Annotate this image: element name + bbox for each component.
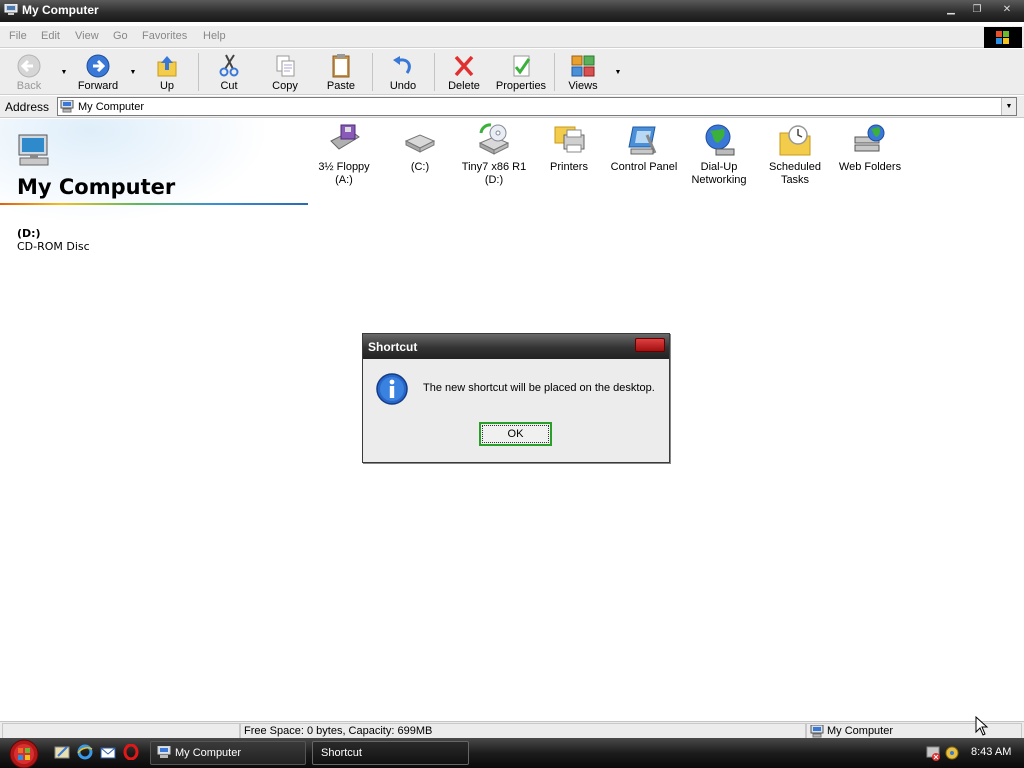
taskbar: My Computer Shortcut 8:43 AM (0, 738, 1024, 768)
folder-up-icon (157, 56, 177, 77)
address-label: Address (5, 100, 50, 114)
item-label: Web Folders (838, 161, 902, 173)
item-label: Printers (550, 161, 588, 173)
menu-edit[interactable]: Edit (41, 30, 60, 42)
floppy-icon (330, 124, 360, 150)
views-dropdown-chevron-icon[interactable]: ▼ (614, 69, 622, 77)
computer-icon (4, 4, 18, 15)
selected-item-description: CD-ROM Disc (17, 240, 90, 253)
toolbar-separator (554, 53, 555, 91)
ok-button[interactable]: OK (479, 422, 552, 446)
status-bar: Free Space: 0 bytes, Capacity: 699MB My … (0, 716, 1024, 739)
computer-icon (60, 100, 74, 113)
menu-favorites[interactable]: Favorites (142, 30, 187, 42)
left-pane-title: My Computer (17, 175, 176, 199)
outlook-express-icon[interactable] (100, 744, 116, 760)
toolbar-separator (372, 53, 373, 91)
internet-explorer-icon[interactable] (77, 744, 93, 760)
views-button[interactable]: Views (564, 51, 602, 93)
control-panel-icon (628, 126, 657, 155)
up-button[interactable]: Up (150, 51, 184, 93)
properties-button[interactable]: Properties (494, 51, 548, 93)
status-free-space: Free Space: 0 bytes, Capacity: 699MB (240, 723, 806, 739)
status-location-text: My Computer (827, 725, 894, 737)
dial-up-icon (705, 124, 735, 156)
copy-icon (276, 55, 295, 77)
address-dropdown-chevron-icon[interactable]: ▼ (1001, 98, 1016, 115)
shortcut-dialog: Shortcut The new shortcut will be placed… (362, 333, 670, 463)
delete-button[interactable]: Delete (444, 51, 484, 93)
clipboard-icon (332, 54, 350, 78)
minimize-button[interactable]: ▁ (940, 3, 962, 17)
address-bar: Address My Computer ▼ (0, 96, 1024, 118)
toolbar: Back ▼ Forward ▼ Up Cut Copy Paste Undo … (0, 49, 1024, 95)
mouse-cursor-icon (975, 716, 989, 736)
menu-bar: File Edit View Go Favorites Help (0, 26, 1024, 48)
item-label-line2: (D:) (484, 174, 504, 186)
status-panel-left (2, 723, 240, 739)
computer-icon (157, 746, 171, 758)
item-label: 3½ Floppy (318, 161, 370, 173)
dialog-message: The new shortcut will be placed on the d… (423, 382, 655, 394)
menu-go[interactable]: Go (113, 30, 128, 42)
cd-drive-icon (478, 123, 510, 155)
back-arrow-icon (17, 54, 41, 78)
menu-help[interactable]: Help (203, 30, 226, 42)
scissors-icon (219, 54, 239, 77)
item-label: Scheduled (769, 161, 821, 173)
views-grid-icon (571, 55, 595, 77)
status-location: My Computer (806, 723, 1022, 739)
start-button[interactable] (4, 738, 44, 768)
forward-dropdown-chevron-icon[interactable]: ▼ (129, 69, 137, 77)
dialog-title-bar[interactable]: Shortcut (363, 334, 669, 359)
delete-x-icon (454, 55, 474, 77)
clock: 8:43 AM (971, 746, 1012, 758)
item-label-line2: Networking (691, 174, 747, 186)
web-folders-icon (854, 124, 885, 152)
item-label-line2: (A:) (335, 174, 353, 186)
maximize-button[interactable]: ❐ (966, 3, 988, 17)
computer-icon (810, 725, 824, 738)
printers-icon (554, 126, 585, 153)
back-button[interactable]: Back (6, 51, 52, 93)
information-icon (376, 373, 408, 405)
dialog-title: Shortcut (368, 340, 418, 354)
undo-arrow-icon (393, 56, 411, 74)
show-desktop-icon[interactable] (54, 744, 70, 760)
scheduled-tasks-icon (779, 125, 811, 156)
hard-drive-icon (404, 134, 436, 153)
opera-icon[interactable] (123, 744, 139, 760)
undo-button[interactable]: Undo (384, 51, 422, 93)
properties-icon (513, 55, 531, 77)
address-value: My Computer (78, 101, 145, 113)
item-label: Control Panel (610, 161, 678, 173)
my-computer-large-icon (18, 134, 49, 166)
selected-item-name: (D:) (17, 227, 41, 240)
left-pane-divider (0, 203, 308, 205)
dialog-close-button[interactable] (635, 338, 665, 352)
close-button[interactable]: ✕ (996, 3, 1018, 17)
item-label: (C:) (410, 161, 430, 173)
menu-view[interactable]: View (75, 30, 99, 42)
toolbar-separator (434, 53, 435, 91)
paste-button[interactable]: Paste (320, 51, 362, 93)
forward-button[interactable]: Forward (74, 51, 122, 93)
menu-file[interactable]: File (9, 30, 27, 42)
copy-button[interactable]: Copy (266, 51, 304, 93)
address-field[interactable]: My Computer ▼ (57, 97, 1017, 116)
forward-arrow-icon (86, 54, 110, 78)
window-title-bar[interactable]: My Computer ▁ ❐ ✕ (0, 0, 1024, 22)
system-tray-icons[interactable] (926, 744, 962, 762)
windows-logo-icon (984, 27, 1022, 48)
toolbar-separator (198, 53, 199, 91)
item-label-line2: Tasks (780, 174, 810, 186)
back-dropdown-chevron-icon[interactable]: ▼ (60, 69, 68, 77)
cut-button[interactable]: Cut (210, 51, 248, 93)
taskbar-item-shortcut[interactable]: Shortcut (312, 741, 469, 765)
window-title: My Computer (22, 3, 99, 17)
item-label: Dial-Up (700, 161, 738, 173)
taskbar-item-my-computer[interactable]: My Computer (150, 741, 306, 765)
item-label: Tiny7 x86 R1 (461, 161, 527, 173)
